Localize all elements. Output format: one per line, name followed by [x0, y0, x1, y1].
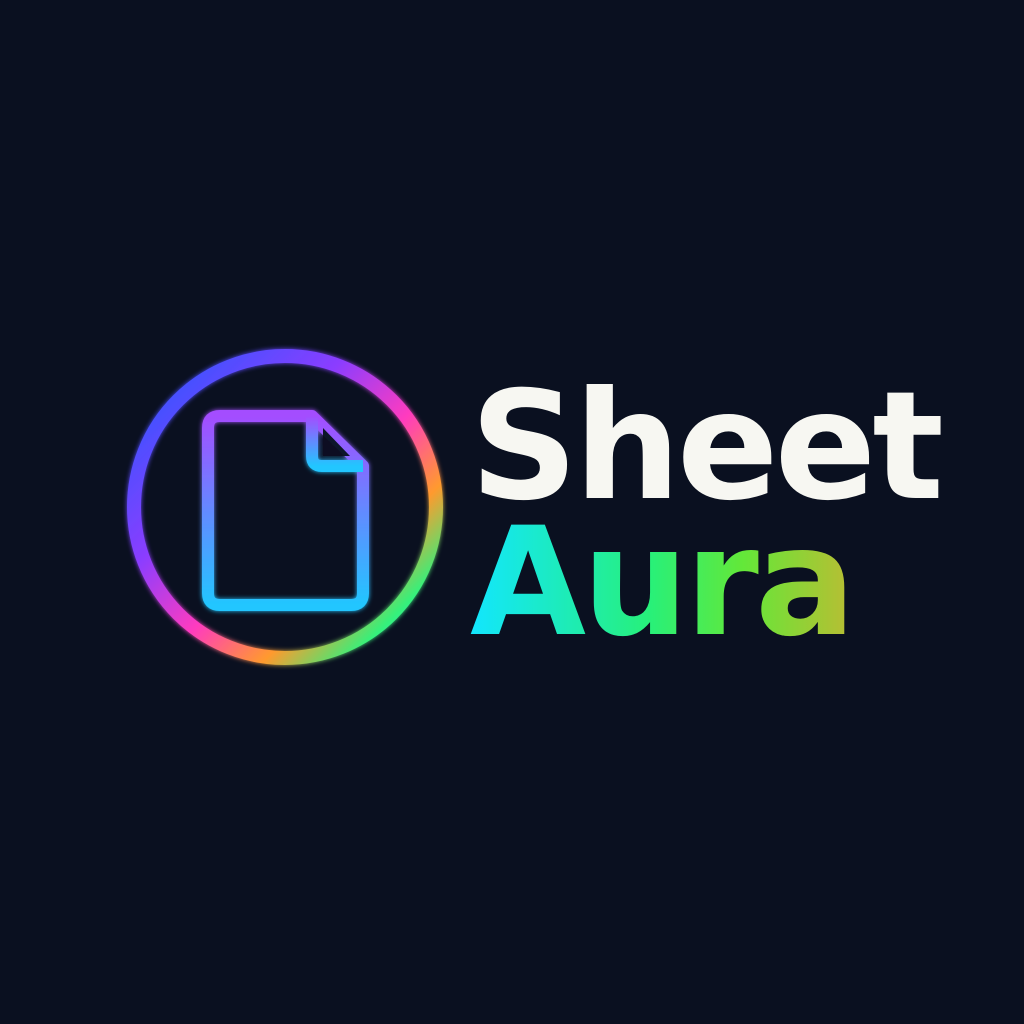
- document-icon: [202, 410, 369, 611]
- logo-canvas: Sheet Aura: [0, 0, 1024, 1024]
- gradient-ring-icon: [127, 349, 443, 665]
- brand-line-sheet: Sheet: [470, 360, 944, 534]
- logo-mark: [127, 349, 443, 665]
- brand-wordmark: Sheet Aura: [470, 360, 944, 658]
